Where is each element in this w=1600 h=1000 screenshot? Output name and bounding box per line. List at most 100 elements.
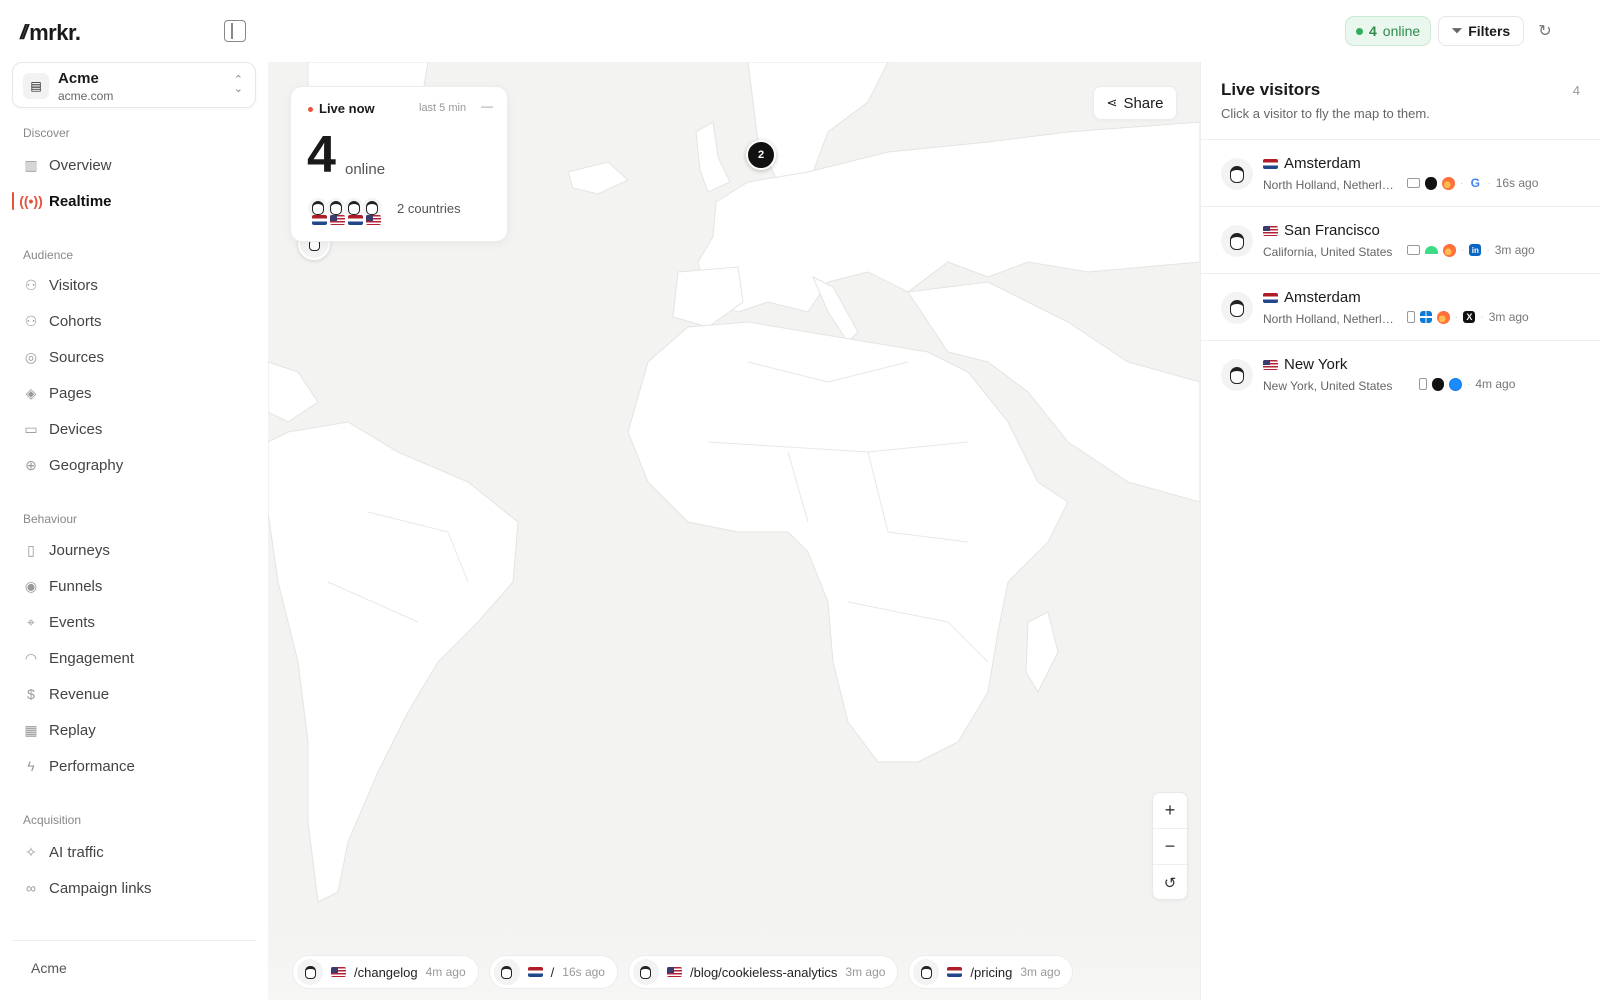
apple-icon [1425,176,1437,190]
feed-time: 4m ago [425,965,466,979]
sidebar-item-label: Geography [49,456,124,474]
sidebar-item-performance[interactable]: ϟ Performance [12,751,256,781]
compass-icon: ◎ [24,348,38,365]
nav-section-discover: Discover [23,126,70,140]
brand-logo[interactable]: // mrkr. [20,20,81,46]
sidebar-item-journeys[interactable]: ▯ Journeys [12,535,256,565]
pointer-icon: ⌖ [27,613,35,630]
sidebar-item-campaign-links[interactable]: ∞ Campaign links [12,873,256,903]
sidebar-item-label: Revenue [49,685,110,703]
sidebar-item-overview[interactable]: ▥ Overview [12,150,256,180]
apple-icon [1432,377,1444,391]
sidebar-item-engagement[interactable]: ◠ Engagement [12,643,256,673]
sidebar-collapse-icon[interactable] [224,20,246,42]
firefox-icon [1437,310,1450,324]
visitor-time: 16s ago [1495,176,1539,190]
visitor-row[interactable]: San Francisco California, United States … [1201,207,1600,274]
reset-view-button[interactable]: ↺ [1153,865,1187,901]
sidebar-item-label: Performance [49,757,135,775]
visitor-city: San Francisco [1284,222,1380,239]
visitor-time: 4m ago [1475,377,1516,391]
map-cluster-marker[interactable]: 2 [746,140,776,170]
live-avatar-stack [307,197,383,225]
linkedin-icon: in [1469,244,1482,256]
sparkles-icon: ✧ [25,843,37,860]
panel-visitor-count: 4 [1572,83,1580,98]
sidebar-item-pages[interactable]: ◈ Pages [12,378,256,408]
sidebar-item-label: Visitors [49,276,98,294]
link-icon: ∞ [26,880,36,896]
avatar [1221,292,1253,324]
feed-time: 3m ago [1020,965,1061,979]
mobile-icon [1407,311,1415,323]
zoom-out-button[interactable]: − [1153,829,1187,865]
google-icon: G [1470,176,1481,190]
sidebar-item-label: Funnels [49,577,103,595]
share-icon: ⋖ [1106,95,1118,110]
panel-title: Live visitors [1221,80,1321,99]
visitor-city: Amsterdam [1284,289,1361,306]
bar-chart-icon: ▥ [24,156,38,173]
map-zoom-controls: + − ↺ [1152,792,1188,900]
filters-button[interactable]: ⏷ Filters [1438,16,1524,46]
map-icon: ▯ [27,541,35,558]
avatar [1221,359,1253,391]
film-icon: ▦ [24,721,38,738]
workspace-domain: acme.com [58,89,114,103]
workspace-switcher[interactable]: ▤ Acme acme.com ⌃ ⌄ [12,62,256,108]
sidebar-item-realtime[interactable]: ((•)) Realtime [12,186,256,216]
sidebar-item-revenue[interactable]: $ Revenue [12,679,256,709]
sidebar: // mrkr. ▤ Acme acme.com ⌃ ⌄ Discover ▥ O… [0,0,268,1000]
sidebar-item-devices[interactable]: ▭ Devices [12,414,256,444]
x-icon: X [1463,311,1476,323]
online-dot-icon [1356,27,1363,35]
windows-icon [1420,311,1432,323]
sidebar-item-sources[interactable]: ◎ Sources [12,342,256,372]
sidebar-item-ai-traffic[interactable]: ✧ AI traffic [12,837,256,867]
visitor-row[interactable]: Amsterdam North Holland, Netherlands · X… [1201,274,1600,341]
sidebar-item-cohorts[interactable]: ⚇ Cohorts [12,306,256,336]
feed-item[interactable]: /pricing 3m ago [908,955,1074,989]
chevron-updown-icon: ⌃ ⌄ [233,74,243,95]
share-button[interactable]: ⋖ Share [1093,86,1177,120]
sidebar-item-label: AI traffic [49,843,104,861]
flag-nl-icon [947,967,963,977]
feed-item[interactable]: /changelog 4m ago [292,955,479,989]
gauge-icon: ◠ [24,649,38,666]
lightning-icon: ϟ [27,758,35,774]
sidebar-item-visitors[interactable]: ⚇ Visitors [12,270,256,300]
sidebar-item-label: Engagement [49,649,135,667]
flag-us-icon [330,215,345,225]
devices-icon: ▭ [24,420,38,437]
visitor-time: 3m ago [1494,243,1535,257]
live-now-card: Live now last 5 min — 4 online 2 countri… [290,86,508,242]
sidebar-item-label: Cohorts [49,312,102,330]
visitor-region: New York, United States [1263,379,1393,393]
countries-count: 2 countries [397,201,461,216]
target-icon: ◉ [24,577,38,594]
zoom-in-button[interactable]: + [1153,793,1187,829]
avatar [297,959,323,985]
flag-us-icon [331,967,346,977]
users-icon: ⚇ [24,276,38,293]
visitor-row[interactable]: Amsterdam North Holland, Netherlands · G… [1201,140,1600,207]
feed-path: /pricing [970,964,1013,980]
sidebar-item-funnels[interactable]: ◉ Funnels [12,571,256,601]
feed-time: 16s ago [562,965,605,979]
workspace-name: Acme [58,70,99,87]
firefox-icon [1442,176,1455,190]
sidebar-item-events[interactable]: ⌖ Events [12,607,256,637]
sidebar-footer-account[interactable]: Acme [31,960,67,976]
feed-item[interactable]: / 16s ago [488,955,618,989]
visitor-region: North Holland, Netherlands [1263,312,1398,326]
minimize-button[interactable]: — [481,99,493,113]
visitor-region: California, United States [1263,245,1393,259]
sidebar-item-replay[interactable]: ▦ Replay [12,715,256,745]
sidebar-item-label: Devices [49,420,103,438]
sidebar-item-geography[interactable]: ⊕ Geography [12,450,256,480]
visitor-row[interactable]: New York New York, United States · 4m ag… [1201,341,1600,408]
refresh-icon[interactable]: ↻ [1534,20,1556,42]
avatar [1221,158,1253,190]
feed-item[interactable]: /blog/cookieless-analytics 3m ago [627,955,899,989]
avatar [1221,225,1253,257]
